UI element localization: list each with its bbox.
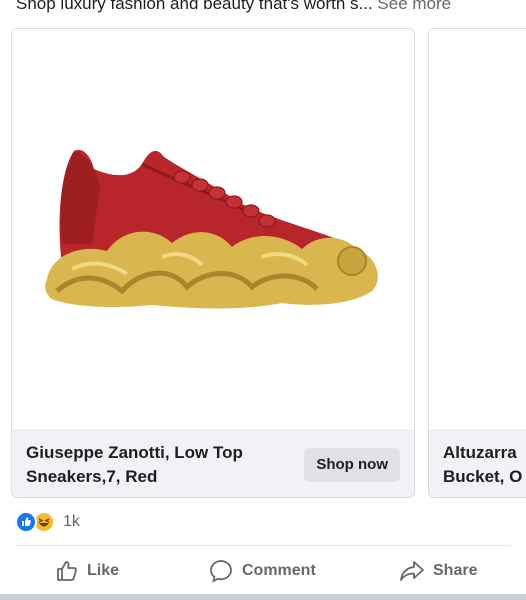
caption-text: Shop luxury fashion and beauty that's wo… xyxy=(16,0,373,13)
product-card-footer[interactable]: Giuseppe Zanotti, Low Top Sneakers,7, Re… xyxy=(12,430,414,497)
share-label: Share xyxy=(433,562,478,579)
product-carousel[interactable]: Giuseppe Zanotti, Low Top Sneakers,7, Re… xyxy=(0,28,526,498)
see-more-link[interactable]: See more xyxy=(377,0,451,13)
comment-label: Comment xyxy=(242,562,316,579)
like-label: Like xyxy=(87,562,120,579)
shop-now-button[interactable]: Shop now xyxy=(304,448,400,482)
divider xyxy=(15,545,511,546)
reactions-summary[interactable]: 1k xyxy=(15,511,80,533)
thumbs-up-icon xyxy=(57,561,77,581)
product-card-partial[interactable]: Altuzarra Bucket, O xyxy=(428,28,526,498)
product-image[interactable] xyxy=(12,29,414,430)
share-button[interactable]: Share xyxy=(399,556,477,586)
feed-separator xyxy=(0,594,526,600)
post-caption: Shop luxury fashion and beauty that's wo… xyxy=(16,0,526,14)
sneaker-image xyxy=(45,149,378,309)
product-card-footer[interactable]: Altuzarra Bucket, O xyxy=(429,430,526,497)
like-button[interactable]: Like xyxy=(55,556,119,586)
product-image[interactable] xyxy=(429,29,526,430)
reaction-count[interactable]: 1k xyxy=(63,513,80,531)
product-title[interactable]: Altuzarra Bucket, O xyxy=(443,441,526,489)
comment-bubble-icon xyxy=(210,560,232,583)
product-card[interactable]: Giuseppe Zanotti, Low Top Sneakers,7, Re… xyxy=(11,28,415,498)
share-arrow-icon xyxy=(400,561,424,581)
product-title[interactable]: Giuseppe Zanotti, Low Top Sneakers,7, Re… xyxy=(26,441,286,489)
like-reaction-icon xyxy=(15,511,37,533)
post-actions: Like Comment Share xyxy=(0,556,526,588)
comment-button[interactable]: Comment xyxy=(208,556,316,586)
